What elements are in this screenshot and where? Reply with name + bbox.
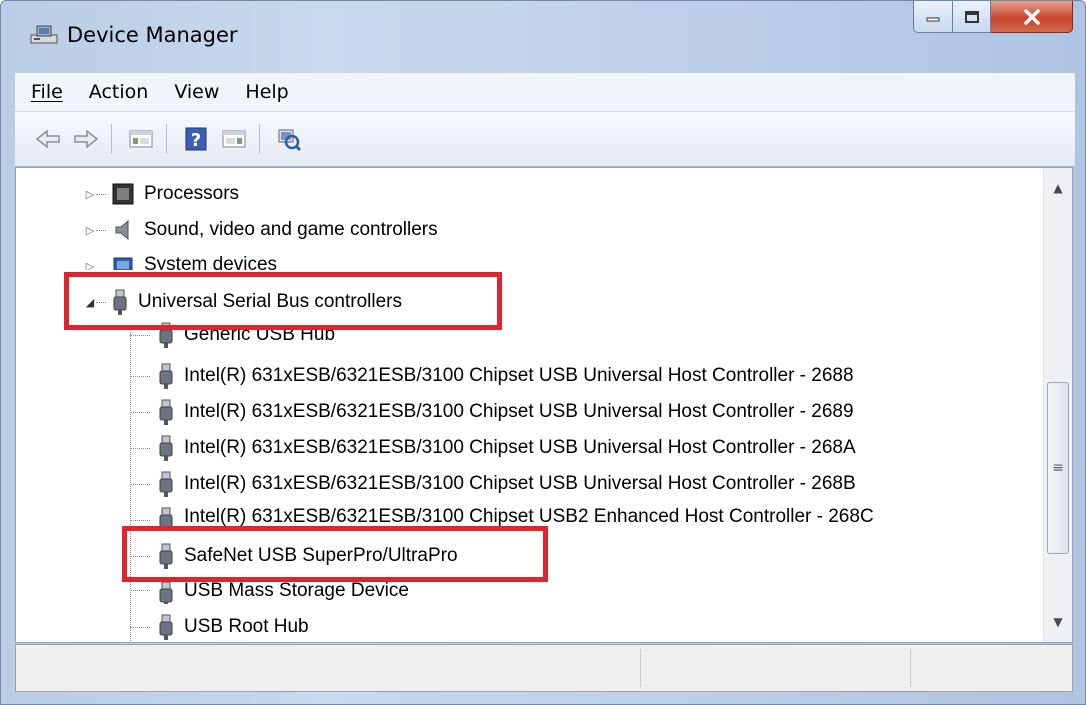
- expand-arrow-icon[interactable]: ▷: [84, 224, 96, 237]
- tree-node-label: Sound, video and game controllers: [144, 219, 438, 240]
- maximize-button[interactable]: [953, 1, 991, 33]
- tree-node-label: Intel(R) 631xESB/6321ESB/3100 Chipset US…: [184, 506, 874, 526]
- device-manager-icon: [29, 23, 59, 45]
- usb-icon: [156, 434, 176, 462]
- properties-pane-button[interactable]: [124, 122, 158, 156]
- tree-connector: [130, 448, 150, 449]
- scroll-up-arrow-icon[interactable]: ▲: [1044, 174, 1072, 202]
- back-icon: [35, 129, 60, 149]
- tree-node-label: Intel(R) 631xESB/6321ESB/3100 Chipset US…: [184, 365, 854, 386]
- tree-connector: [130, 335, 150, 336]
- device-manager-window: Device Manager File Action View Help ? ▷…: [0, 0, 1086, 705]
- back-button[interactable]: [31, 122, 65, 156]
- tree-connector: [96, 194, 106, 195]
- tree-connector: [130, 520, 150, 521]
- tree-node-label: USB Root Hub: [184, 616, 309, 637]
- usb-icon: [156, 506, 176, 526]
- show-hide-pane-icon: [222, 130, 246, 148]
- forward-button[interactable]: [69, 122, 103, 156]
- usb-icon: [156, 362, 176, 390]
- menu-help[interactable]: Help: [245, 81, 288, 103]
- tree-node-usb-device[interactable]: USB Mass Storage Device: [130, 580, 409, 604]
- system-devices-icon: [110, 254, 136, 270]
- window-title: Device Manager: [67, 23, 238, 47]
- speaker-icon: [110, 217, 136, 243]
- usb-icon: [156, 580, 176, 604]
- caption-buttons: [913, 1, 1073, 41]
- status-bar: [15, 644, 1073, 692]
- toolbar-separator: [166, 124, 167, 154]
- device-tree-panel: ▷ Processors ▷ Sound, video and game con…: [15, 167, 1073, 643]
- tree-node-processors[interactable]: ▷ Processors: [84, 176, 239, 212]
- close-button[interactable]: [991, 1, 1073, 33]
- usb-icon: [156, 613, 176, 641]
- scan-hardware-button[interactable]: [272, 122, 306, 156]
- highlight-box-usb-controllers: [64, 272, 502, 330]
- tree-node-label: Intel(R) 631xESB/6321ESB/3100 Chipset US…: [184, 473, 856, 494]
- tree-node-label: Intel(R) 631xESB/6321ESB/3100 Chipset US…: [184, 437, 856, 458]
- tree-node-usb-device[interactable]: Intel(R) 631xESB/6321ESB/3100 Chipset US…: [130, 358, 854, 394]
- expand-arrow-icon[interactable]: ▷: [84, 188, 96, 201]
- help-button[interactable]: ?: [179, 122, 213, 156]
- properties-pane-icon: [129, 130, 153, 148]
- device-tree: ▷ Processors ▷ Sound, video and game con…: [16, 168, 1046, 642]
- vertical-scrollbar[interactable]: ▲ ≡ ▼: [1043, 168, 1072, 642]
- status-pane: [640, 649, 641, 687]
- scan-hardware-icon: [278, 129, 302, 152]
- close-icon: [1023, 8, 1040, 25]
- minimize-icon: [926, 17, 940, 21]
- toolbar: ?: [15, 112, 1075, 167]
- processor-icon: [110, 181, 136, 207]
- show-hide-pane-button[interactable]: [217, 122, 251, 156]
- maximize-icon: [964, 10, 979, 23]
- tree-node-usb-device[interactable]: Intel(R) 631xESB/6321ESB/3100 Chipset US…: [130, 466, 856, 502]
- tree-connector: [130, 590, 150, 591]
- expand-arrow-icon[interactable]: ▷: [84, 260, 96, 271]
- toolbar-separator: [111, 124, 112, 154]
- status-pane: [910, 649, 911, 687]
- tree-node-usb-device[interactable]: Intel(R) 631xESB/6321ESB/3100 Chipset US…: [130, 394, 854, 430]
- tree-node-sound-video-game[interactable]: ▷ Sound, video and game controllers: [84, 212, 438, 248]
- tree-node-label: Processors: [144, 183, 240, 204]
- tree-node-usb-device[interactable]: USB Root Hub: [130, 609, 309, 642]
- usb-icon: [156, 398, 176, 426]
- usb-icon: [156, 470, 176, 498]
- tree-connector: [130, 376, 150, 377]
- menu-view[interactable]: View: [174, 81, 219, 103]
- menu-bar: File Action View Help: [15, 73, 1075, 112]
- tree-connector: [130, 412, 150, 413]
- tree-node-usb-device[interactable]: Intel(R) 631xESB/6321ESB/3100 Chipset US…: [130, 502, 874, 526]
- highlight-box-safenet: [122, 526, 548, 582]
- tree-node-system-devices[interactable]: ▷ System devices: [84, 248, 277, 270]
- tree-connector: [130, 627, 150, 628]
- tree-node-usb-device[interactable]: Intel(R) 631xESB/6321ESB/3100 Chipset US…: [130, 430, 856, 466]
- title-bar[interactable]: Device Manager: [1, 1, 1085, 71]
- toolbar-separator: [259, 124, 260, 154]
- minimize-button[interactable]: [913, 1, 953, 33]
- tree-connector: [96, 230, 106, 231]
- tree-node-label: USB Mass Storage Device: [184, 580, 409, 601]
- svg-text:?: ?: [191, 130, 201, 151]
- scrollbar-thumb[interactable]: ≡: [1047, 382, 1069, 554]
- tree-node-label: Intel(R) 631xESB/6321ESB/3100 Chipset US…: [184, 401, 854, 422]
- menu-action[interactable]: Action: [89, 81, 149, 103]
- scroll-down-arrow-icon[interactable]: ▼: [1044, 608, 1072, 636]
- forward-icon: [74, 129, 99, 149]
- tree-node-label: System devices: [144, 254, 278, 270]
- menu-file[interactable]: File: [31, 81, 63, 103]
- help-icon: ?: [185, 127, 207, 151]
- tree-connector: [130, 484, 150, 485]
